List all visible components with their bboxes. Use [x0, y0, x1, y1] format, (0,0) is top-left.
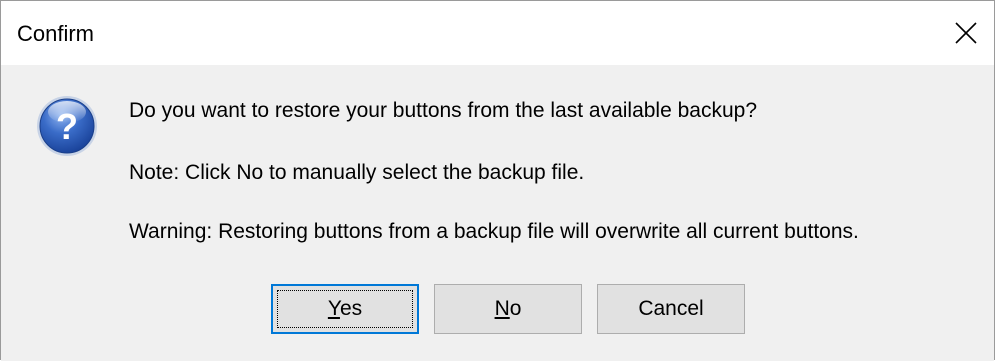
confirm-dialog: Confirm ? Do you want to restore your bu…: [0, 0, 995, 361]
no-mnemonic: N: [494, 297, 510, 320]
message-warning: Warning: Restoring buttons from a backup…: [129, 220, 859, 243]
yes-button-label: Yes: [328, 297, 362, 320]
svg-text:?: ?: [56, 106, 78, 147]
yes-button[interactable]: Yes: [271, 284, 419, 334]
close-icon: [955, 22, 977, 44]
message-question: Do you want to restore your buttons from…: [129, 99, 758, 122]
no-button-label: No: [495, 297, 522, 320]
no-button[interactable]: No: [434, 284, 582, 334]
message-note: Note: Click No to manually select the ba…: [129, 161, 585, 184]
title-bar: Confirm: [1, 1, 994, 65]
close-button[interactable]: [940, 1, 994, 65]
cancel-button-label: Cancel: [638, 297, 704, 320]
no-label-rest: o: [509, 297, 522, 320]
dialog-content: ? Do you want to restore your buttons fr…: [1, 65, 994, 361]
cancel-button[interactable]: Cancel: [597, 284, 745, 334]
yes-label-rest: es: [339, 297, 363, 320]
window-title: Confirm: [17, 21, 95, 46]
question-icon: ?: [37, 96, 97, 156]
yes-mnemonic: Y: [327, 297, 340, 320]
